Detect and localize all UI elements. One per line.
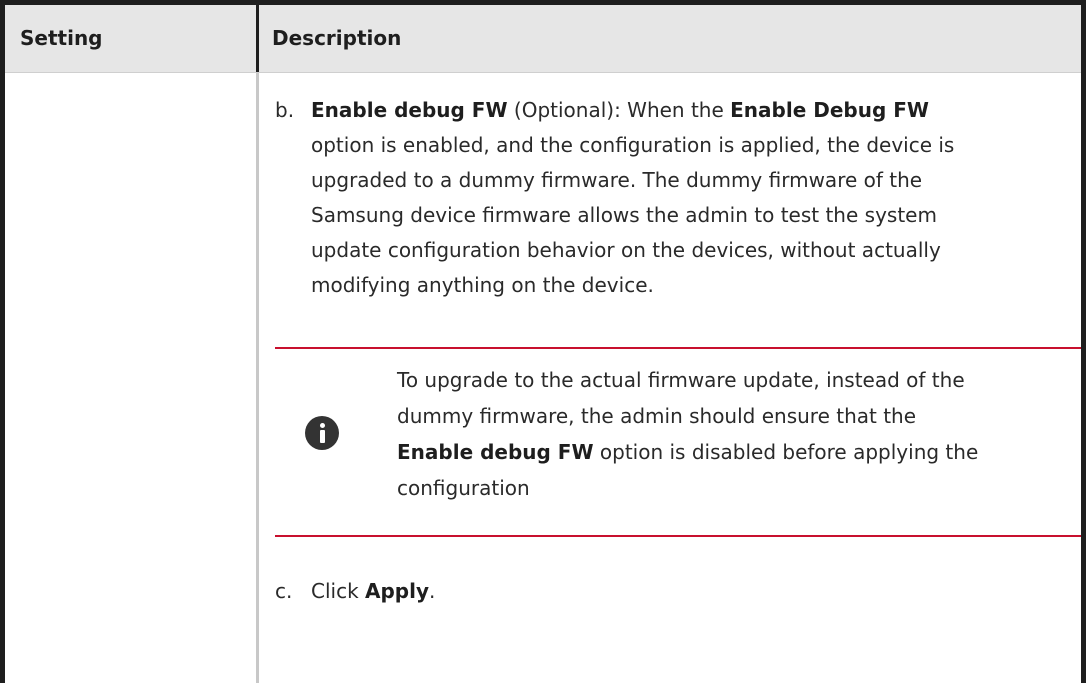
info-icon [305, 416, 339, 450]
step-b-line-1-text: (Optional): When the [507, 98, 731, 122]
note-line-3: Enable debug FW option is disabled befor… [397, 435, 978, 470]
step-b-line-4: Samsung device firmware allows the admin… [311, 203, 937, 227]
info-note: To upgrade to the actual firmware update… [275, 347, 1081, 537]
step-b-text: Enable debug FW (Optional): When the Ena… [311, 93, 1065, 303]
table-header-row: Setting Description [5, 5, 1081, 73]
column-header-description: Description [272, 26, 402, 50]
step-c-prefix: Click [311, 579, 366, 603]
step-b-line-2: option is enabled, and the configuration… [311, 133, 955, 157]
apply-term: Apply [365, 579, 430, 603]
column-header-setting: Setting [20, 26, 103, 50]
body-column-divider [256, 73, 259, 683]
step-b-line-5: update configuration behavior on the dev… [311, 238, 941, 262]
step-c-text: Click Apply. [311, 574, 1065, 609]
note-line-1: To upgrade to the actual firmware update… [397, 368, 965, 392]
note-rule-bottom [275, 535, 1081, 537]
enable-debug-fw-option: Enable Debug FW [730, 98, 929, 122]
step-c-marker: c. [275, 579, 293, 603]
enable-debug-fw-term: Enable debug FW [311, 98, 508, 122]
settings-table: Setting Description b. Enable debug FW (… [0, 0, 1086, 683]
note-rule-top [275, 347, 1081, 349]
step-b-line-3: upgraded to a dummy firmware. The dummy … [311, 168, 923, 192]
step-b-marker: b. [275, 98, 295, 122]
step-b-line-1: Enable debug FW (Optional): When the Ena… [311, 93, 1065, 128]
note-line-3-text: option is disabled before applying the [593, 440, 979, 464]
step-c-suffix: . [429, 579, 436, 603]
note-line-4: configuration [397, 476, 530, 500]
step-b-line-6: modifying anything on the device. [311, 273, 654, 297]
note-line-2: dummy firmware, the admin should ensure … [397, 404, 917, 428]
header-column-divider [256, 5, 259, 72]
note-enable-debug-fw: Enable debug FW [397, 440, 594, 464]
table-border-right [1081, 0, 1086, 683]
table-border-left [0, 0, 5, 683]
